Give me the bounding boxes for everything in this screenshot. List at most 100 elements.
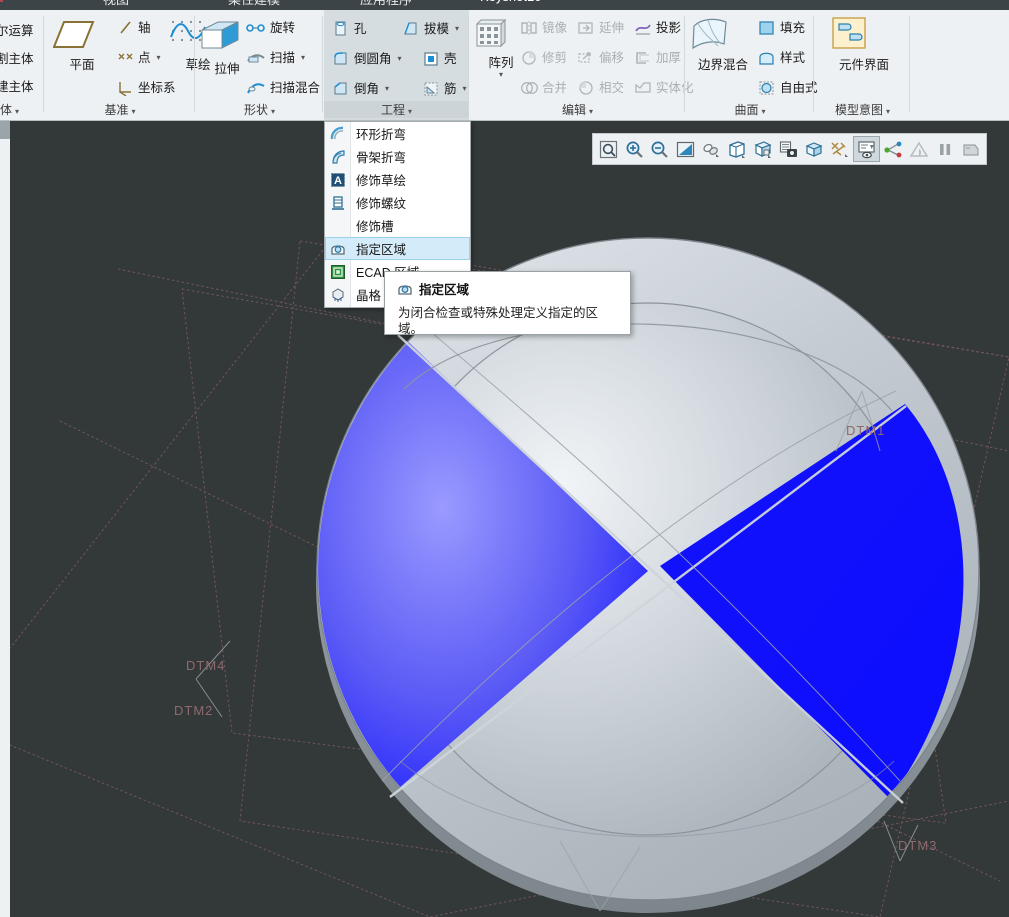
chevron-down-icon: ▾ xyxy=(589,107,594,116)
ribbon-group-model-intent-label[interactable]: 模型意图 ▾ xyxy=(815,101,910,118)
menu-item-cosmetic-groove[interactable]: 修饰槽 xyxy=(325,214,470,237)
ribbon-group-boolean-label[interactable]: 体 ▾ xyxy=(0,101,44,118)
navigator-collapsed-strip[interactable] xyxy=(0,121,10,917)
ribbon-group-editing-label[interactable]: 编辑 ▾ xyxy=(470,101,685,118)
menu-item-specify-region[interactable]: 指定区域 xyxy=(325,237,470,260)
spinal-bend-icon xyxy=(325,145,350,168)
chevron-down-icon[interactable]: ▾ xyxy=(385,82,389,96)
round-button[interactable]: 倒圆角 ▾ xyxy=(332,50,402,67)
tooltip-title: 指定区域 xyxy=(419,283,470,297)
svg-text:A: A xyxy=(334,175,342,187)
axis-icon xyxy=(117,20,134,36)
appearance-gallery-icon[interactable] xyxy=(907,137,932,161)
datum-csys-button[interactable]: 坐标系 xyxy=(117,80,176,96)
zoom-in-icon[interactable] xyxy=(622,137,647,161)
extend-label: 延伸 xyxy=(599,21,625,35)
trim-button[interactable]: 修剪 xyxy=(520,50,567,66)
perspective-icon[interactable] xyxy=(699,137,724,161)
chamfer-icon xyxy=(332,80,350,97)
boundary-blend-icon xyxy=(688,16,758,52)
datum-display-filters-icon[interactable] xyxy=(828,137,853,161)
graphics-area[interactable]: DTM1 DTM4 DTM2 DTM3 野火论坛 www.proewildfir… xyxy=(0,121,1009,917)
ribbon-group-shapes: 拉伸 旋转 扫描 ▾ 扫描混合 形状 ▾ xyxy=(196,10,323,120)
mirror-button[interactable]: 镜像 xyxy=(520,20,567,36)
sweep-button[interactable]: 扫描 ▾ xyxy=(246,50,305,66)
menu-item-cosmetic-sketch[interactable]: A 修饰草绘 xyxy=(325,168,470,191)
fill-button[interactable]: 填充 xyxy=(758,20,805,36)
create-body-label[interactable]: 建主体 xyxy=(0,76,34,95)
refit-icon[interactable] xyxy=(596,137,621,161)
annotation-display-icon[interactable] xyxy=(853,136,881,162)
intersect-button[interactable]: 相交 xyxy=(577,80,624,96)
point-icon xyxy=(117,50,134,66)
tab-keyshot10[interactable]: Keyshot10 xyxy=(480,0,541,4)
component-interface-label: 元件界面 xyxy=(838,58,889,72)
shell-label: 壳 xyxy=(444,51,457,66)
datum-plane-button[interactable]: 平面 xyxy=(53,18,111,73)
hole-label: 孔 xyxy=(354,21,367,36)
chevron-down-icon[interactable]: ▾ xyxy=(455,22,459,36)
view-toolbar[interactable] xyxy=(592,133,987,165)
offset-button[interactable]: 偏移 xyxy=(577,50,624,66)
menu-item-toroidal-bend[interactable]: 环形折弯 xyxy=(325,122,470,145)
repaint-icon[interactable] xyxy=(673,137,698,161)
tab-flexible-modeling[interactable]: 柔性建模 xyxy=(228,0,280,8)
model-viewport xyxy=(0,237,1009,917)
named-view-capture-icon[interactable] xyxy=(776,137,801,161)
ribbon-group-surfaces-label[interactable]: 曲面 ▾ xyxy=(686,101,814,118)
spin-center-icon[interactable] xyxy=(881,137,906,161)
tab-applications[interactable]: 应用程序 xyxy=(360,0,412,8)
view-manager-icon[interactable] xyxy=(750,137,775,161)
menu-item-cosmetic-thread[interactable]: 修饰螺纹 xyxy=(325,191,470,214)
pause-icon[interactable] xyxy=(933,137,958,161)
navigator-expand-handle[interactable] xyxy=(0,121,10,139)
freestyle-icon xyxy=(758,80,776,96)
chevron-down-icon: ▾ xyxy=(408,107,413,116)
rib-button[interactable]: 筋 ▾ xyxy=(422,80,467,97)
engineering-group-text: 工程 xyxy=(380,103,405,117)
zoom-out-icon[interactable] xyxy=(647,137,672,161)
chevron-down-icon[interactable]: ▾ xyxy=(463,82,467,96)
merge-button[interactable]: 合并 xyxy=(520,80,567,96)
swept-blend-button[interactable]: 扫描混合 xyxy=(246,80,320,96)
mirror-icon xyxy=(520,20,538,36)
ribbon-group-shapes-label[interactable]: 形状 ▾ xyxy=(196,101,323,118)
style-button[interactable]: 样式 xyxy=(758,50,805,66)
datum-point-button[interactable]: 点 ▾ xyxy=(117,50,161,66)
ribbon-group-engineering[interactable]: 孔 拔模 ▾ 倒圆角 ▾ 壳 倒角 ▾ 筋 ▾ 工程 ▾ xyxy=(324,10,469,120)
display-style-icon[interactable] xyxy=(802,137,827,161)
chevron-down-icon[interactable]: ▾ xyxy=(472,71,530,79)
chevron-down-icon[interactable]: ▾ xyxy=(398,52,402,66)
ribbon-group-datum-label[interactable]: 基准 ▾ xyxy=(45,101,195,118)
menu-item-spinal-bend[interactable]: 骨架折弯 xyxy=(325,145,470,168)
datum-axis-button[interactable]: 轴 xyxy=(117,20,151,36)
saved-orientations-icon[interactable] xyxy=(725,137,750,161)
tab-strip-marker xyxy=(0,0,3,2)
component-interface-button[interactable]: 元件界面 xyxy=(829,16,899,73)
group-separator xyxy=(909,16,910,112)
sheet-icon[interactable] xyxy=(958,137,983,161)
chevron-down-icon[interactable]: ▾ xyxy=(301,51,305,65)
split-body-label[interactable]: 割主体 xyxy=(0,48,34,67)
project-button[interactable]: 投影 xyxy=(634,20,681,36)
surfaces-group-text: 曲面 xyxy=(734,103,759,117)
swept-blend-icon xyxy=(246,80,266,96)
revolve-icon xyxy=(246,20,266,36)
revolve-button[interactable]: 旋转 xyxy=(246,20,295,36)
datum-label-dtm3: DTM3 xyxy=(898,838,938,853)
freestyle-button[interactable]: 自由式 xyxy=(758,80,818,96)
hole-button[interactable]: 孔 xyxy=(332,20,367,37)
shell-button[interactable]: 壳 xyxy=(422,50,457,67)
chevron-down-icon[interactable]: ▾ xyxy=(157,51,161,65)
freestyle-label: 自由式 xyxy=(780,81,818,95)
draft-button[interactable]: 拔模 ▾ xyxy=(402,20,459,37)
boolean-op-label[interactable]: 尔运算 xyxy=(0,20,34,39)
boundary-blend-button[interactable]: 边界混合 xyxy=(688,16,758,73)
extend-button[interactable]: 延伸 xyxy=(577,20,624,36)
lattice-icon xyxy=(325,283,350,306)
tab-view[interactable]: 视图 xyxy=(103,0,129,8)
ribbon-group-engineering-label[interactable]: 工程 ▾ xyxy=(324,101,469,118)
chamfer-button[interactable]: 倒角 ▾ xyxy=(332,80,389,97)
chevron-down-icon: ▾ xyxy=(15,107,20,116)
thicken-button[interactable]: 加厚 xyxy=(634,50,681,66)
